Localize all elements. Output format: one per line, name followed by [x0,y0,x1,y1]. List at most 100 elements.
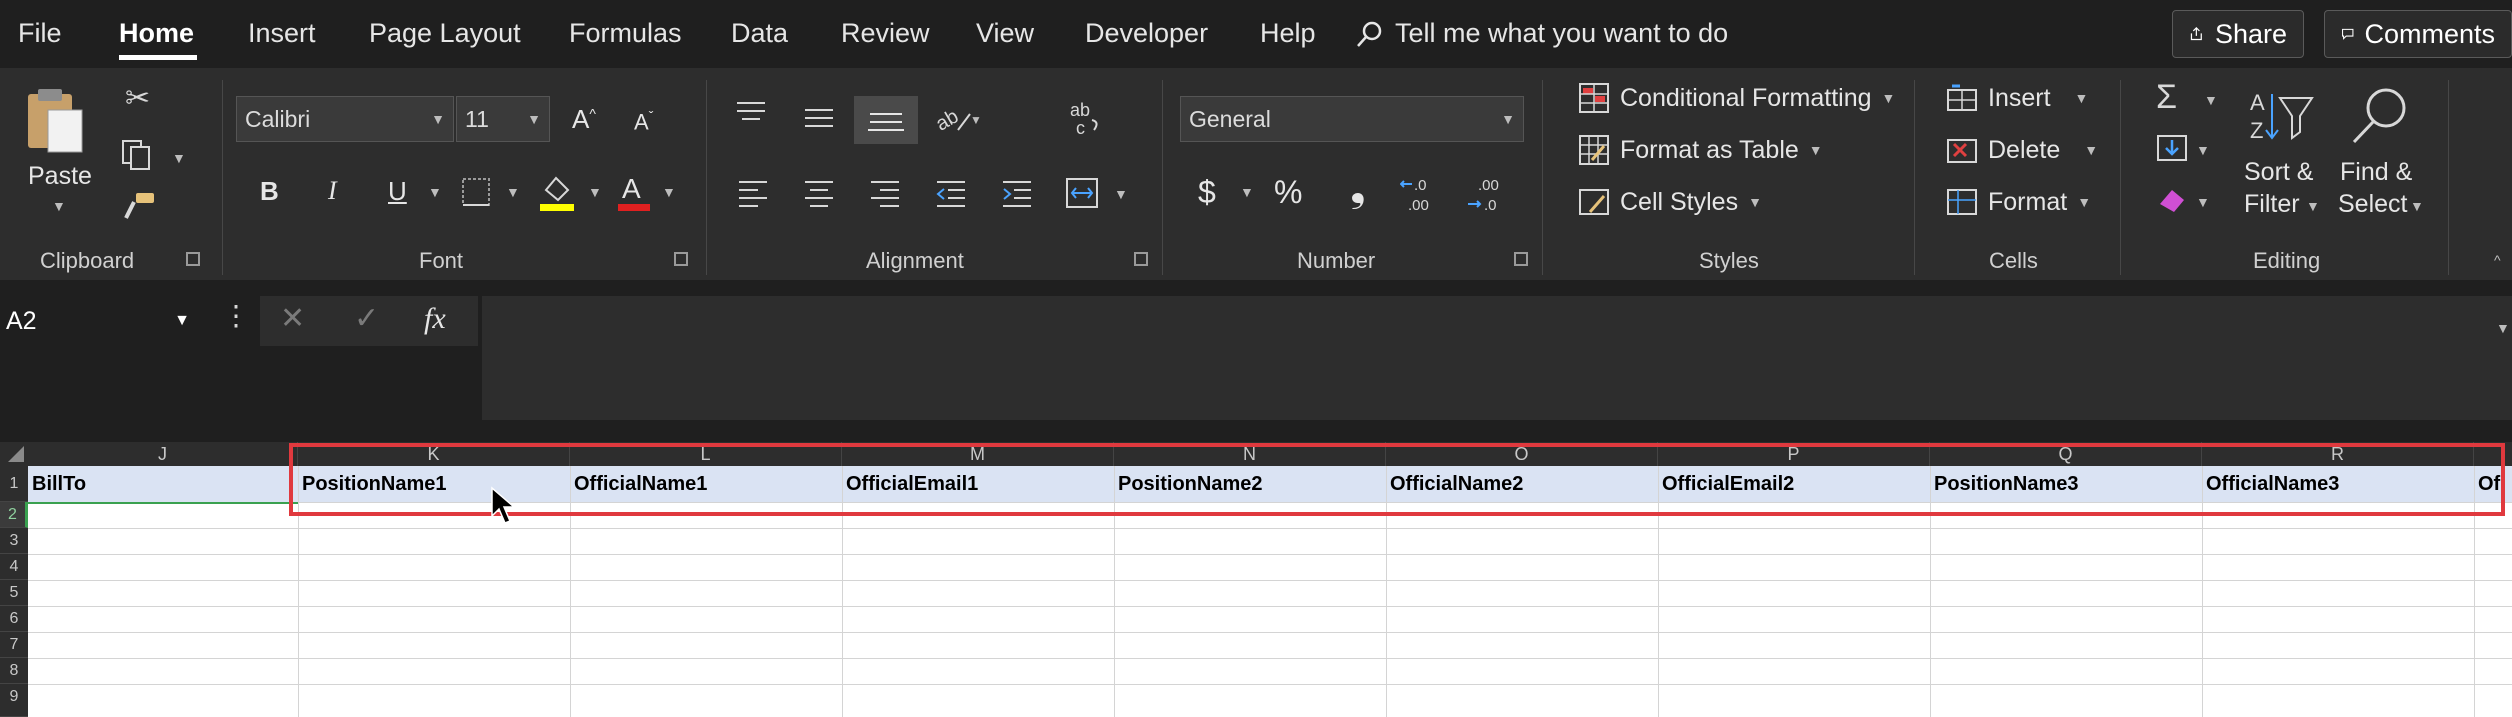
more-options-icon[interactable]: ⋮ [222,302,250,330]
sort-filter-button[interactable]: AZ [2246,86,2316,153]
percent-button[interactable]: % [1274,174,1302,211]
expand-formula-bar-icon[interactable]: ▼ [2496,320,2510,336]
underline-button[interactable]: U [388,176,407,207]
font-color-button[interactable]: A [616,170,652,217]
row-header-8[interactable]: 8 [0,658,28,684]
tab-view[interactable]: View [976,18,1034,49]
clear-dropdown-caret[interactable]: ▼ [2196,194,2210,210]
tab-formulas[interactable]: Formulas [569,18,682,49]
fill-color-dropdown-caret[interactable]: ▼ [588,184,602,200]
currency-dropdown-caret[interactable]: ▼ [1240,184,1254,200]
autosum-dropdown-caret[interactable]: ▼ [2204,92,2218,108]
collapse-ribbon-icon[interactable]: ^ [2494,252,2501,268]
paste-dropdown-caret[interactable]: ▼ [52,198,66,214]
align-left-button[interactable] [736,178,770,213]
styles-group-label: Styles [1699,248,1759,273]
cell-j1[interactable]: BillTo [28,466,298,502]
tab-data[interactable]: Data [731,18,788,49]
decrease-indent-button[interactable] [934,178,968,213]
row-header-5[interactable]: 5 [0,580,28,606]
currency-button[interactable]: $ [1198,174,1216,211]
find-select-dropdown-caret[interactable]: ▼ [2410,198,2424,214]
name-box[interactable]: A2 ▼ [0,296,196,346]
svg-text:A: A [2250,90,2265,115]
fill-dropdown-caret[interactable]: ▼ [2196,142,2210,158]
bottom-align-button[interactable] [854,96,918,144]
top-align-button[interactable] [734,100,768,133]
tab-review[interactable]: Review [841,18,930,49]
row-header-4[interactable]: 4 [0,554,28,580]
row-header-6[interactable]: 6 [0,606,28,632]
shrink-font-button[interactable]: Aˇ [634,108,653,135]
chevron-down-icon: ▼ [1748,194,1762,210]
delete-cells-button[interactable]: Delete ▼ [1946,134,2098,166]
tab-page-layout[interactable]: Page Layout [369,18,521,49]
merge-dropdown-caret[interactable]: ▼ [1114,186,1128,202]
font-name-select[interactable]: Calibri ▼ [236,96,454,142]
tab-insert[interactable]: Insert [248,18,316,49]
share-button[interactable]: Share [2172,10,2304,58]
sort-filter-dropdown-caret[interactable]: ▼ [2306,198,2320,214]
row-header-2[interactable]: 2 [0,502,28,528]
comments-button[interactable]: Comments [2324,10,2512,58]
orientation-button[interactable]: ab ▼ [932,100,982,141]
row-header-9[interactable]: 9 [0,684,28,717]
fill-button[interactable] [2156,132,2190,169]
select-all-button[interactable] [0,442,28,466]
tab-file[interactable]: File [18,18,62,49]
autosum-icon[interactable]: Σ [2156,80,2177,114]
clear-button[interactable] [2156,184,2190,221]
alignment-launcher-icon[interactable] [1134,252,1148,266]
increase-indent-button[interactable] [1000,178,1034,213]
comma-style-button[interactable]: ❟ [1350,166,1366,211]
decrease-decimal-button[interactable]: .00.0 [1466,174,1510,219]
row-header-7[interactable]: 7 [0,632,28,658]
borders-dropdown-caret[interactable]: ▼ [506,184,520,200]
tab-developer[interactable]: Developer [1085,18,1208,49]
format-cells-button[interactable]: Format ▼ [1946,186,2091,218]
fill-color-button[interactable] [538,172,576,217]
clipboard-launcher-icon[interactable] [186,252,200,266]
formula-input[interactable] [482,296,2512,420]
magnifier-icon [2352,88,2406,144]
comment-icon [2342,28,2354,40]
borders-button[interactable] [460,176,492,213]
tab-help[interactable]: Help [1260,18,1316,49]
format-painter-button[interactable] [122,190,158,227]
tab-home[interactable]: Home [119,18,194,49]
number-launcher-icon[interactable] [1514,252,1528,266]
copy-button[interactable] [120,138,156,177]
confirm-entry-icon[interactable]: ✓ [354,304,379,334]
merge-center-button[interactable] [1064,176,1100,215]
grow-font-button[interactable]: A^ [572,104,596,135]
font-size-select[interactable]: 11 ▼ [456,96,550,142]
number-format-select[interactable]: General ▼ [1180,96,1524,142]
font-launcher-icon[interactable] [674,252,688,266]
cell-styles-button[interactable]: Cell Styles ▼ [1578,186,1762,218]
underline-dropdown-caret[interactable]: ▼ [428,184,442,200]
row-header-1[interactable]: 1 [0,466,28,502]
conditional-formatting-button[interactable]: Conditional Formatting ▼ [1578,82,1895,114]
column-header-j[interactable]: J [28,442,298,466]
row-header-3[interactable]: 3 [0,528,28,554]
cancel-entry-icon[interactable]: ✕ [280,304,305,334]
middle-align-button[interactable] [802,104,836,137]
italic-button[interactable]: I [328,176,337,206]
find-select-label-line2: Select [2338,190,2408,218]
format-as-table-button[interactable]: Format as Table ▼ [1578,134,1823,166]
tell-me-box[interactable]: Tell me what you want to do [1355,18,1728,49]
find-select-button[interactable] [2346,84,2414,153]
font-name-value: Calibri [245,105,311,132]
align-center-button[interactable] [802,178,836,213]
align-right-button[interactable] [868,178,902,213]
paste-button[interactable] [24,86,88,161]
insert-cells-button[interactable]: Insert ▼ [1946,82,2088,114]
wrap-text-button[interactable]: ab c [1068,100,1102,143]
tell-me-text: Tell me what you want to do [1395,18,1729,48]
cut-icon[interactable]: ✂ [125,84,150,114]
insert-function-button[interactable]: fx [424,302,446,336]
copy-dropdown-caret[interactable]: ▼ [172,150,186,166]
increase-decimal-button[interactable]: .0.00 [1399,174,1444,219]
font-color-dropdown-caret[interactable]: ▼ [662,184,676,200]
bold-button[interactable]: B [260,176,279,207]
